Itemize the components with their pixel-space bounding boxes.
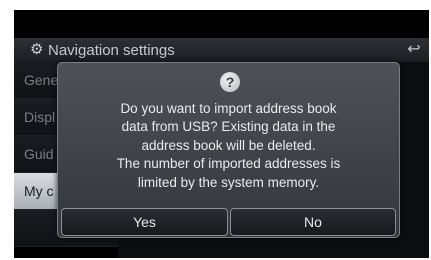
yes-button[interactable]: Yes: [61, 208, 228, 236]
infotainment-screen: ⚙ Navigation settings ↩ Gene Displ Guid …: [14, 10, 429, 258]
question-icon: ?: [220, 72, 240, 92]
status-bar: [14, 10, 429, 38]
message-line: Do you want to import address book: [120, 101, 337, 116]
no-button[interactable]: No: [230, 208, 396, 236]
message-line: data from USB? Existing data in the: [121, 119, 336, 135]
back-button[interactable]: ↩: [405, 41, 423, 59]
message-line: The number of imported addresses is: [116, 156, 341, 172]
back-arrow-icon: ↩: [407, 41, 421, 58]
confirm-dialog: ? Do you want to import address book dat…: [57, 62, 400, 238]
gear-icon: ⚙: [30, 41, 44, 58]
message-line: address book will be deleted.: [141, 137, 316, 153]
header-bar: ⚙ Navigation settings ↩: [14, 38, 429, 62]
dialog-message: Do you want to import address book data …: [58, 100, 399, 192]
message-line: limited by the system memory.: [137, 174, 320, 190]
page-title: Navigation settings: [48, 42, 175, 59]
